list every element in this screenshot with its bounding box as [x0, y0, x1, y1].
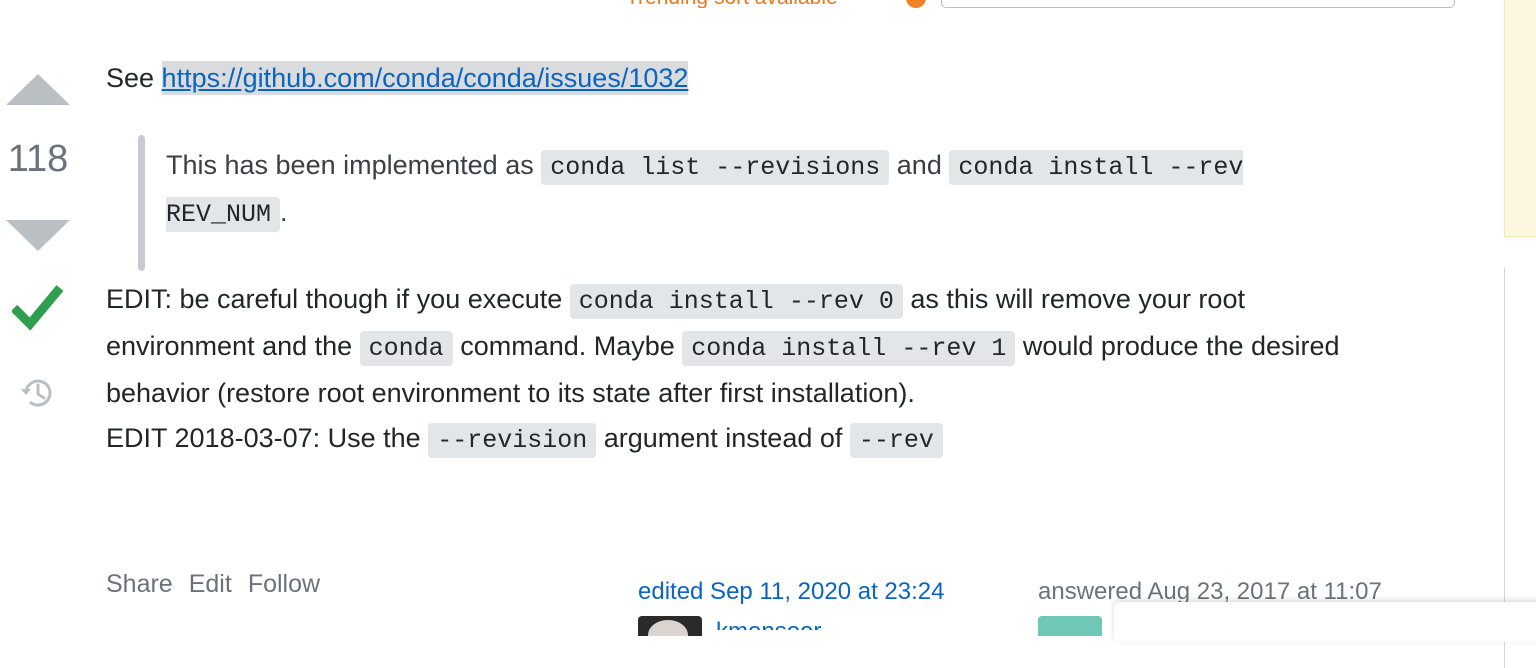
inline-code: --revision [428, 423, 597, 458]
edit-text: command. Maybe [452, 331, 683, 361]
inline-code: conda install --rev 1 [682, 331, 1016, 366]
issue-link[interactable]: https://github.com/conda/conda/issues/10… [161, 61, 689, 95]
vote-count: 118 [7, 138, 69, 180]
quote-text: This has been implemented as [166, 150, 542, 180]
top-strip: Trending sort available [0, 0, 1536, 8]
edit-text: EDIT 2018-03-07: Use the [106, 423, 429, 453]
share-link[interactable]: Share [106, 570, 173, 598]
edited-timestamp[interactable]: edited Sep 11, 2020 at 23:24 [638, 578, 944, 606]
edit-text: EDIT: be careful though if you execute [106, 284, 570, 314]
answer-body: See https://github.com/conda/conda/issue… [106, 56, 1486, 463]
overlay-card [1114, 602, 1536, 642]
editor-avatar[interactable] [638, 616, 702, 636]
downvote-button[interactable] [6, 220, 70, 251]
see-prefix: See [106, 63, 162, 93]
edit-link[interactable]: Edit [189, 570, 232, 598]
blockquote-text: This has been implemented as conda list … [166, 123, 1346, 259]
accepted-check-icon [12, 285, 64, 331]
sort-select[interactable] [941, 0, 1455, 8]
inline-code: conda [359, 331, 453, 366]
history-icon[interactable] [18, 374, 56, 412]
inline-code: conda install --rev 0 [569, 284, 903, 319]
trending-dot-icon [906, 0, 926, 8]
inline-code: conda list --revisions [541, 150, 890, 185]
edit-paragraph: EDIT: be careful though if you execute c… [106, 277, 1386, 416]
trending-sort-label[interactable]: Trending sort available [626, 0, 838, 8]
inline-code: --rev [849, 423, 943, 458]
edit2-paragraph: EDIT 2018-03-07: Use the --revision argu… [106, 416, 1486, 463]
post-menu: Share Edit Follow [106, 570, 336, 599]
answerer-avatar[interactable] [1038, 616, 1102, 636]
follow-link[interactable]: Follow [248, 570, 320, 598]
upvote-button[interactable] [6, 74, 70, 105]
edit-text: argument instead of [596, 423, 850, 453]
sidebar-notice-card [1504, 0, 1536, 237]
quote-text: . [280, 197, 288, 227]
editor-name[interactable]: kmonsoor [716, 618, 821, 630]
quote-text: and [889, 150, 950, 180]
see-paragraph: See https://github.com/conda/conda/issue… [106, 56, 1486, 101]
blockquote: This has been implemented as conda list … [138, 123, 1346, 271]
